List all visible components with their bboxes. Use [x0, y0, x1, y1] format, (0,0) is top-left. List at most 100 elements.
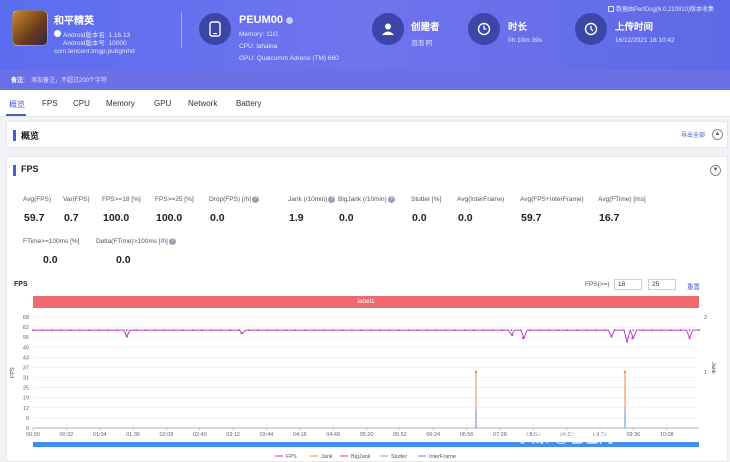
fps-point	[172, 329, 175, 331]
fps-point	[154, 329, 156, 331]
x-tick-label: 06:24	[426, 432, 440, 438]
fps-dip-point	[521, 337, 524, 340]
fps-point	[50, 329, 53, 331]
y-tick-label: 6	[26, 416, 29, 422]
x-tick-label: 05:20	[360, 432, 374, 438]
fps-point	[613, 329, 616, 331]
fps-point	[426, 329, 428, 331]
fps-point	[144, 329, 147, 331]
fps-dip-point	[240, 332, 243, 335]
fps-point	[397, 329, 400, 331]
fps-point	[585, 329, 588, 331]
fps-dip-point	[610, 335, 613, 338]
fps-point	[351, 329, 353, 331]
fps-point	[182, 329, 184, 331]
x-tick-label: 06:56	[460, 432, 474, 438]
fps-point	[41, 329, 44, 331]
x-tick-label: 09:36	[626, 432, 640, 438]
fps-point	[135, 329, 138, 331]
fps-point	[463, 329, 466, 331]
fps-dip-point	[125, 335, 128, 338]
x-tick-label: 02:40	[193, 432, 207, 438]
fps-dip-point	[626, 340, 629, 343]
fps-point	[632, 329, 635, 331]
fps-point	[60, 329, 63, 331]
legend-item: InterFrame	[429, 454, 456, 460]
fps-point	[191, 329, 194, 331]
legend-item: Stutter	[391, 454, 407, 460]
fps-chart[interactable]: 061219253137434956626812FPS Jank00:00 00:3…	[0, 0, 730, 462]
fps-point	[698, 329, 700, 331]
fps-point	[407, 329, 410, 331]
jank-point	[623, 370, 627, 374]
fps-point	[660, 329, 663, 331]
y-tick-label: 31	[23, 376, 29, 382]
y-tick-label: 49	[23, 345, 29, 351]
fps-point	[529, 329, 532, 331]
y-tick-label: 43	[23, 355, 29, 361]
fps-point	[294, 329, 297, 331]
fps-point	[501, 329, 503, 331]
x-tick-label: 10:08	[660, 432, 674, 438]
fps-point	[416, 329, 419, 331]
fps-point	[238, 329, 241, 331]
fps-point	[304, 329, 306, 331]
fps-point	[454, 329, 457, 331]
fps-point	[200, 329, 203, 331]
fps-point	[266, 329, 269, 331]
x-tick-label: 00:00	[26, 432, 40, 438]
fps-dip-point	[631, 337, 634, 340]
x-tick-label: 03:12	[226, 432, 240, 438]
legend-item: Jank	[321, 454, 333, 460]
watermark: 头条 @包包网	[520, 429, 614, 446]
fps-point	[97, 329, 100, 331]
x-tick-label: 01:36	[126, 432, 140, 438]
fps-point	[69, 329, 72, 331]
fps-point	[107, 329, 109, 331]
fps-point	[594, 329, 597, 331]
fps-point	[679, 329, 682, 331]
fps-point	[163, 329, 166, 331]
fps-dip-point	[688, 337, 691, 340]
fps-point	[360, 329, 363, 331]
y-tick-label: 37	[23, 365, 29, 371]
fps-point	[510, 329, 513, 331]
y-right-tick-label: 1	[704, 370, 707, 376]
x-tick-label: 01:04	[93, 432, 107, 438]
fps-point	[379, 329, 381, 331]
fps-series-line	[33, 328, 699, 344]
legend-item: BigJank	[351, 454, 371, 460]
fps-point	[88, 329, 91, 331]
fps-point	[388, 329, 391, 331]
fps-point	[313, 329, 316, 331]
fps-point	[322, 329, 325, 331]
fps-point	[491, 329, 494, 331]
fps-point	[229, 329, 231, 331]
fps-point	[604, 329, 607, 331]
fps-point	[557, 329, 560, 331]
y-right-axis-title: Jank	[710, 362, 716, 374]
fps-point	[623, 329, 625, 331]
fps-point	[669, 329, 672, 331]
x-tick-label: 00:32	[59, 432, 73, 438]
fps-point	[32, 329, 34, 331]
fps-point	[219, 329, 222, 331]
fps-point	[472, 329, 475, 331]
fps-point	[275, 329, 278, 331]
legend-item: FPS	[286, 454, 297, 460]
y-tick-label: 12	[23, 406, 29, 412]
x-tick-label: 07:28	[493, 432, 507, 438]
x-tick-label: 04:48	[326, 432, 340, 438]
x-tick-label: 04:16	[293, 432, 307, 438]
fps-point	[332, 329, 335, 331]
x-tick-label: 02:08	[160, 432, 174, 438]
jank-point	[474, 370, 478, 374]
fps-point	[435, 329, 438, 331]
y-axis-title: FPS	[10, 367, 16, 378]
fps-point	[482, 329, 485, 331]
fps-point	[79, 329, 81, 331]
fps-point	[519, 329, 522, 331]
y-right-tick-label: 2	[704, 315, 707, 321]
fps-point	[538, 329, 541, 331]
fps-point	[651, 329, 653, 331]
